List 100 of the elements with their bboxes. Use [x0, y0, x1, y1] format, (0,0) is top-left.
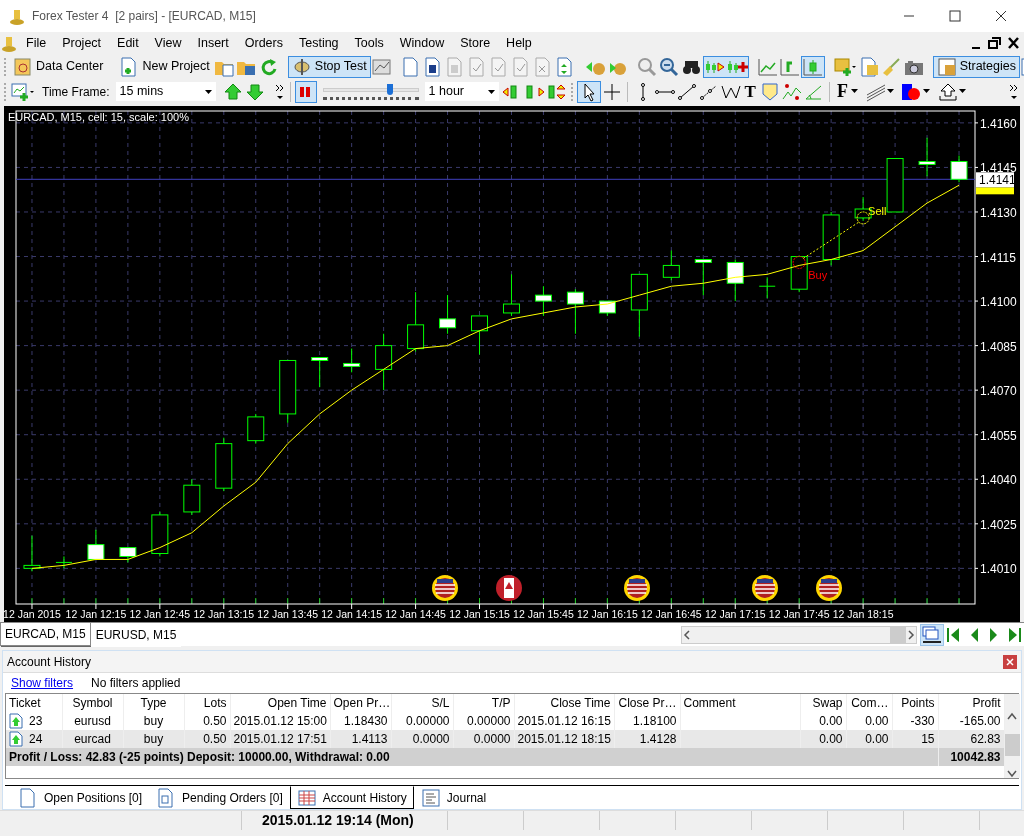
column-header[interactable]: Com…	[846, 694, 892, 712]
flag-icon[interactable]	[432, 575, 458, 601]
caret-icon[interactable]	[922, 89, 931, 94]
column-header[interactable]: Swap	[800, 694, 846, 712]
chart-icon[interactable]	[370, 56, 393, 77]
menu-item[interactable]: File	[18, 33, 55, 53]
axis-label: 12 Jan 15:15	[449, 608, 510, 620]
trend-line-icon[interactable]	[675, 81, 698, 102]
menu-item[interactable]: Testing	[290, 33, 347, 53]
menu-item[interactable]: Window	[391, 33, 453, 53]
caret-icon[interactable]	[886, 89, 895, 94]
menu-item[interactable]: Store	[452, 33, 499, 53]
candlestick	[343, 348, 361, 373]
menu-item[interactable]: View	[146, 33, 190, 53]
candlestick	[630, 273, 648, 338]
chart-tab[interactable]: EURCAD, M15	[0, 623, 91, 646]
new-project-button[interactable]: New Project	[115, 55, 214, 78]
chevron-right-icon[interactable]	[906, 629, 916, 640]
column-header[interactable]: Lots	[184, 694, 230, 712]
pause-button[interactable]	[294, 80, 317, 103]
menu-item[interactable]: Project	[54, 33, 110, 53]
text-tool[interactable]: T	[741, 78, 759, 105]
caret-icon[interactable]	[958, 89, 967, 94]
column-header[interactable]: Close Pr…	[614, 694, 680, 712]
speed-slider[interactable]	[322, 81, 419, 102]
upload-icon[interactable]	[936, 81, 959, 102]
chevron-up-icon[interactable]	[1007, 712, 1017, 720]
column-header[interactable]: Symbol	[62, 694, 123, 712]
filter-status: No filters applied	[91, 675, 181, 692]
flag-icon[interactable]	[752, 575, 778, 601]
stop-test-button[interactable]: Stop Test	[287, 55, 371, 78]
indicator-add-icon[interactable]	[832, 56, 859, 77]
summary-text: Profit / Loss: 42.83 (-25 points) Deposit: 10000.00, Withdrawal: 0.00	[6, 748, 938, 766]
show-filters-link[interactable]: Show filters	[11, 674, 74, 692]
column-header[interactable]: Close Time	[514, 694, 614, 712]
axis-label: 12 Jan 17:45	[768, 608, 830, 620]
column-header[interactable]: T/P	[453, 694, 514, 712]
candlestick	[439, 294, 457, 335]
column-header[interactable]: Points	[892, 694, 938, 712]
caret-icon	[204, 89, 212, 94]
menu-item[interactable]: Tools	[346, 33, 392, 53]
chart-add-icon[interactable]	[10, 81, 36, 102]
panel-tab[interactable]: Account History	[289, 786, 414, 809]
menu-item[interactable]: Orders	[236, 33, 291, 53]
data-center-button[interactable]: Data Center	[9, 55, 108, 78]
color-picker-icon[interactable]	[900, 81, 923, 102]
zoom-out-icon[interactable]	[658, 56, 681, 77]
balance-total: 10042.83	[938, 748, 1004, 766]
caret-icon[interactable]	[850, 89, 859, 94]
table-row[interactable]: 24 eurcad buy 0.50 2015.01.12 17:51 1.4113 0.0000 0.0000 2015.01.12 18:15 1.4128 0.00 0.00 15 62.83	[6, 730, 1004, 748]
table-cell: buy	[123, 730, 184, 748]
font-tool[interactable]: F	[833, 78, 851, 105]
status-datetime: 2015.01.12 19:14 (Mon)	[261, 810, 415, 830]
panel-title: Account History	[7, 653, 92, 671]
restore-icon[interactable]	[986, 35, 1004, 51]
column-header[interactable]: Comment	[680, 694, 800, 712]
menu-item[interactable]: Edit	[109, 33, 147, 53]
close-button[interactable]	[1003, 654, 1017, 669]
cascade-windows-icon[interactable]	[921, 624, 943, 645]
axis-label: 12 Jan 12:15	[65, 608, 127, 620]
journal-icon	[420, 787, 441, 808]
flag-icon[interactable]	[496, 575, 522, 601]
line-chart-icon[interactable]	[756, 56, 779, 77]
flag-icon[interactable]	[816, 575, 842, 601]
slider-thumb[interactable]	[387, 83, 394, 95]
candlestick	[694, 259, 712, 296]
column-header[interactable]: Ticket	[6, 694, 62, 712]
table-cell: 62.83	[938, 730, 1004, 748]
candlestick	[950, 155, 968, 183]
column-header[interactable]: Profit	[938, 694, 1004, 712]
candlestick-chart-icon[interactable]	[801, 56, 824, 77]
jump-dropdown[interactable]: 1 hour	[424, 82, 499, 101]
table-cell: 0.0000	[391, 730, 453, 748]
scrollbar-thumb[interactable]	[890, 626, 906, 643]
trade-marker-icon	[792, 255, 806, 269]
column-header[interactable]: Open Pr…	[330, 694, 391, 712]
column-header[interactable]: Type	[123, 694, 184, 712]
menu-item[interactable]: Insert	[189, 33, 237, 53]
candlestick	[534, 285, 552, 317]
menu-item[interactable]: Help	[498, 33, 540, 53]
axis-label: 1.4100	[980, 295, 1017, 310]
candlestick	[151, 511, 169, 557]
bar-chart-icon[interactable]	[778, 56, 801, 77]
table-icon	[296, 787, 317, 808]
column-header[interactable]: S/L	[391, 694, 453, 712]
candlestick	[822, 211, 840, 266]
chart-tab[interactable]: EURUSD, M15	[90, 622, 182, 647]
time-frame-dropdown[interactable]: 15 mins	[115, 82, 216, 101]
chevron-left-icon[interactable]	[682, 629, 692, 640]
strategies-button[interactable]: Strategies	[932, 55, 1020, 78]
trade-label: Sell	[868, 204, 887, 217]
flag-icon[interactable]	[624, 575, 650, 601]
buy-order-icon	[9, 713, 23, 729]
axis-label: 12 Jan 17:15	[704, 608, 766, 620]
chevron-down-icon[interactable]	[1007, 770, 1017, 778]
axis-label: 1.4040	[980, 473, 1017, 488]
horizontal-scrollbar[interactable]	[681, 625, 917, 644]
axis-label: 1.4160	[980, 116, 1017, 131]
trade-marker-icon	[856, 211, 870, 225]
column-header[interactable]: Open Time	[230, 694, 330, 712]
